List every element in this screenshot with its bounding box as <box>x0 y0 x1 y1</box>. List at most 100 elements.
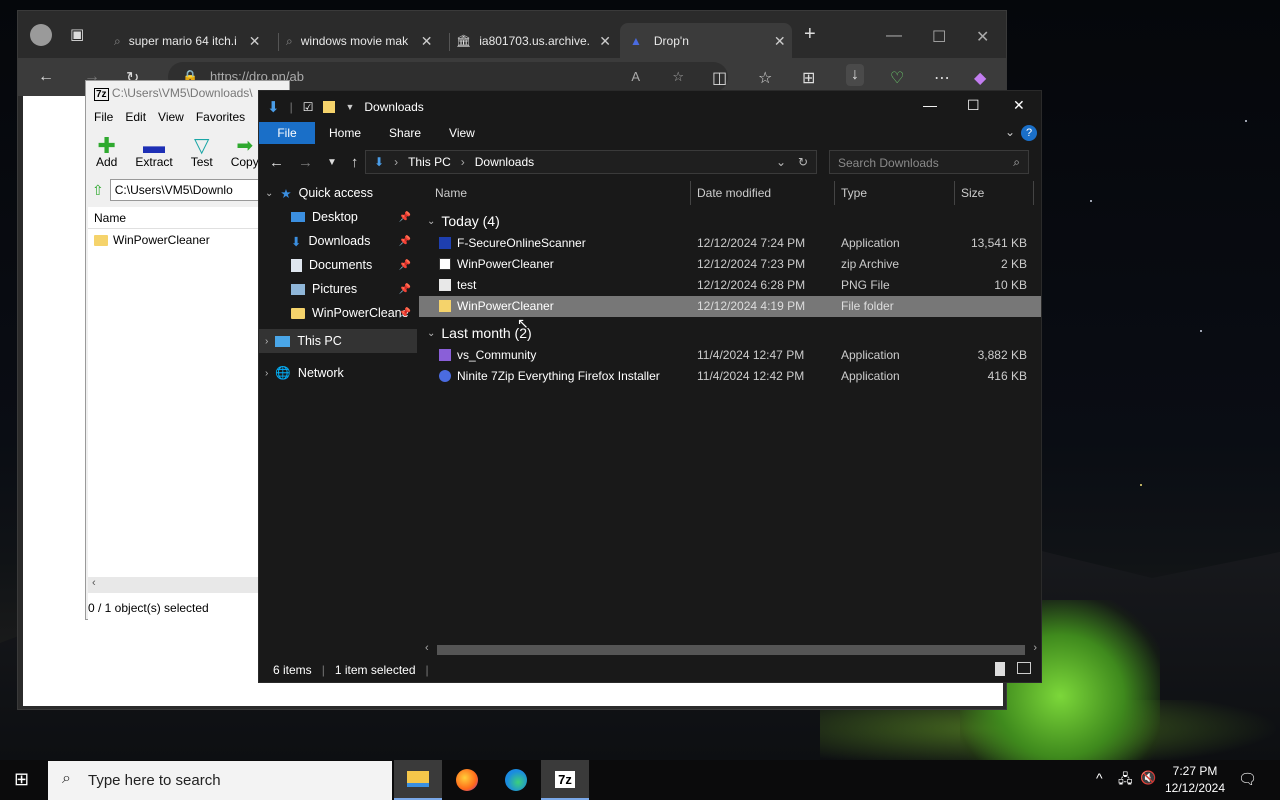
column-header-name[interactable]: Name <box>435 186 467 200</box>
scroll-left-icon[interactable]: ‹ <box>92 577 96 589</box>
table-row[interactable]: WinPowerCleaner 12/12/2024 7:23 PM zip A… <box>419 254 1041 275</box>
nav-this-pc[interactable]: › This PC <box>259 329 417 353</box>
test-button[interactable]: ▽ Test <box>191 133 213 173</box>
collections-icon[interactable]: ⊞ <box>802 68 815 88</box>
copy-button[interactable]: ➡ Copy <box>231 133 259 173</box>
table-row[interactable]: Ninite 7Zip Everything Firefox Installer… <box>419 366 1041 387</box>
close-tab-icon[interactable]: ✕ <box>599 33 611 50</box>
tab-actions-icon[interactable]: ▣ <box>70 25 84 43</box>
tab-search-1[interactable]: ⌕ super mario 64 itch.i ✕ <box>114 23 274 59</box>
column-separator[interactable] <box>690 181 691 205</box>
file-explorer-icon[interactable] <box>394 760 442 800</box>
customize-qat-icon[interactable]: ▼ <box>345 102 354 112</box>
search-input[interactable]: Search Downloads ⌕ <box>829 150 1029 174</box>
address-bar[interactable]: ⬇ › This PC › Downloads ⌄ ↻ <box>365 150 817 174</box>
scroll-left-icon[interactable]: ‹ <box>425 642 429 654</box>
chevron-up-icon[interactable]: ^ <box>1096 770 1103 786</box>
minimize-icon[interactable]: — <box>923 97 937 113</box>
table-row[interactable]: test 12/12/2024 6:28 PM PNG File 10 KB <box>419 275 1041 296</box>
recent-locations-icon[interactable]: ▼ <box>327 157 337 168</box>
7zip-icon[interactable]: 7z <box>541 760 589 800</box>
nav-pictures[interactable]: Pictures 📌 <box>259 277 417 301</box>
back-icon[interactable]: ← <box>38 68 54 86</box>
menu-edit[interactable]: Edit <box>125 110 146 126</box>
favorites-icon[interactable]: ☆ <box>758 68 772 88</box>
column-separator[interactable] <box>834 181 835 205</box>
nav-desktop[interactable]: Desktop 📌 <box>259 205 417 229</box>
close-icon[interactable]: ✕ <box>976 27 989 47</box>
group-header-last-month[interactable]: ⌄ Last month (2) <box>419 321 1041 345</box>
column-header-date[interactable]: Date modified <box>697 186 771 200</box>
tab-dropn[interactable]: ▲ Drop'n ✕ <box>620 23 792 59</box>
horizontal-scrollbar[interactable]: ‹ › <box>421 642 1041 658</box>
column-header-size[interactable]: Size <box>961 186 984 200</box>
close-tab-icon[interactable]: ✕ <box>249 33 261 50</box>
browser-essentials-icon[interactable]: ♡ <box>890 68 904 88</box>
sevenzip-address-field[interactable]: C:\Users\VM5\Downlo <box>109 179 283 201</box>
nav-downloads[interactable]: ⬇ Downloads 📌 <box>259 229 417 253</box>
tab-file[interactable]: File <box>259 122 315 144</box>
scrollbar-thumb[interactable] <box>437 645 1025 655</box>
maximize-icon[interactable]: ☐ <box>967 97 980 114</box>
chevron-down-icon[interactable]: ⌄ <box>776 155 786 169</box>
volume-muted-icon[interactable]: 🔇 <box>1140 770 1156 786</box>
new-tab-icon[interactable]: + <box>804 23 816 46</box>
nav-winpowercleaner[interactable]: WinPowerCleane 📌 <box>259 301 417 325</box>
add-button[interactable]: ✚ Add <box>96 133 117 173</box>
favorite-star-icon[interactable]: ☆ <box>672 62 684 92</box>
column-header-type[interactable]: Type <box>841 186 867 200</box>
extract-button[interactable]: ▬ Extract <box>135 133 172 173</box>
downloads-icon[interactable]: ↓ <box>846 64 864 86</box>
taskbar-search-box[interactable]: ⌕ Type here to search <box>48 761 392 800</box>
large-icons-view-icon[interactable] <box>1017 662 1031 674</box>
menu-favorites[interactable]: Favorites <box>196 110 245 126</box>
nav-documents[interactable]: Documents 📌 <box>259 253 417 277</box>
breadcrumb-this-pc[interactable]: This PC <box>408 155 451 169</box>
table-row[interactable]: vs_Community 11/4/2024 12:47 PM Applicat… <box>419 345 1041 366</box>
notifications-icon[interactable]: 🗨 <box>1238 770 1257 788</box>
tab-view[interactable]: View <box>435 126 489 140</box>
back-icon[interactable]: ← <box>269 154 284 171</box>
up-folder-icon[interactable]: ⇧ <box>92 182 104 199</box>
clock[interactable]: 7:27 PM 12/12/2024 <box>1160 763 1230 797</box>
group-header-today[interactable]: ⌄ Today (4) <box>419 209 1041 233</box>
tab-share[interactable]: Share <box>375 126 435 140</box>
windows-start-icon[interactable]: ⊞ <box>14 769 29 790</box>
profile-avatar[interactable] <box>30 24 52 46</box>
column-separator[interactable] <box>954 181 955 205</box>
read-aloud-icon[interactable]: A <box>631 62 640 92</box>
copilot-icon[interactable]: ◆ <box>974 68 986 88</box>
ninite-icon <box>439 370 451 382</box>
table-row[interactable]: WinPowerCleaner 12/12/2024 4:19 PM File … <box>419 296 1041 317</box>
refresh-icon[interactable]: ↻ <box>798 155 808 169</box>
table-row[interactable]: F-SecureOnlineScanner 12/12/2024 7:24 PM… <box>419 233 1041 254</box>
maximize-icon[interactable]: ☐ <box>932 27 946 47</box>
column-separator[interactable] <box>1033 181 1034 205</box>
star <box>1140 484 1142 486</box>
network-status-icon[interactable]: 🖧 <box>1118 770 1133 792</box>
properties-icon[interactable]: ☑ <box>303 100 314 114</box>
help-icon[interactable]: ? <box>1021 125 1037 141</box>
close-tab-icon[interactable]: ✕ <box>421 33 433 50</box>
more-options-icon[interactable]: ⋯ <box>934 68 950 88</box>
up-icon[interactable]: ↑ <box>351 154 359 171</box>
breadcrumb-downloads[interactable]: Downloads <box>475 155 534 169</box>
minimize-icon[interactable]: — <box>886 27 902 45</box>
tab-archive[interactable]: 🏛 ia801703.us.archive.c ✕ <box>456 23 616 59</box>
edge-icon[interactable] <box>492 760 540 800</box>
tab-search-2[interactable]: ⌕ windows movie mak ✕ <box>286 23 444 59</box>
nav-network[interactable]: › 🌐 Network <box>259 361 417 385</box>
firefox-icon[interactable] <box>443 760 491 800</box>
close-icon[interactable]: ✕ <box>1013 97 1025 114</box>
details-view-icon[interactable] <box>995 662 1005 676</box>
menu-view[interactable]: View <box>158 110 184 126</box>
expand-ribbon-icon[interactable]: ⌄ <box>1005 125 1015 139</box>
tab-home[interactable]: Home <box>315 126 375 140</box>
nav-quick-access[interactable]: ⌄ ★ Quick access <box>259 181 417 205</box>
menu-file[interactable]: File <box>94 110 113 126</box>
split-screen-icon[interactable]: ◫ <box>712 68 727 88</box>
scroll-right-icon[interactable]: › <box>1033 642 1037 654</box>
forward-icon[interactable]: → <box>298 154 313 171</box>
close-tab-icon[interactable]: ✕ <box>774 33 786 50</box>
new-folder-icon[interactable] <box>323 100 336 113</box>
